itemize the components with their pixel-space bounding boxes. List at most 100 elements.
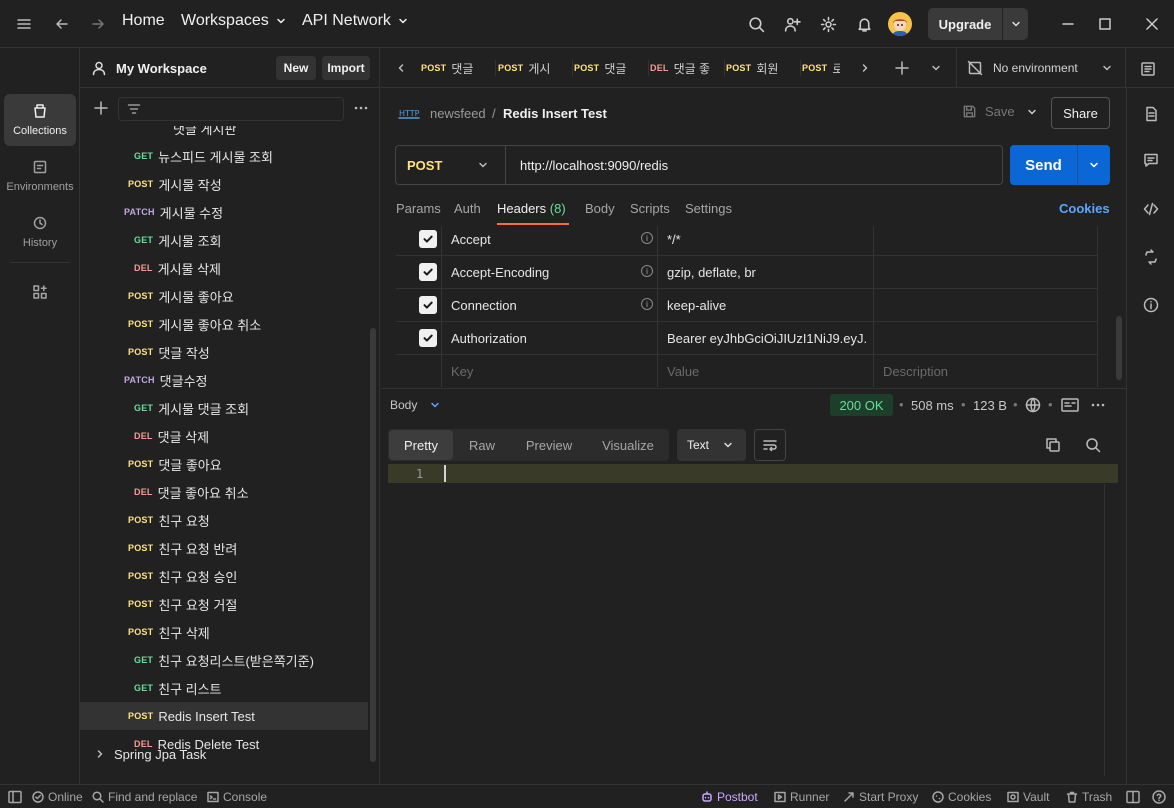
header-value[interactable]: keep-alive <box>667 298 867 313</box>
window-maximize-icon[interactable] <box>1095 14 1115 34</box>
request-tab[interactable]: POST 회원 <box>726 48 796 88</box>
sidebar-request-item[interactable]: DEL 게시물 삭제 <box>80 254 368 282</box>
tab-body[interactable]: Body <box>585 201 615 216</box>
sidebar-request-item[interactable]: POST 게시물 좋아요 취소 <box>80 310 368 338</box>
header-enabled-checkbox[interactable] <box>419 230 437 248</box>
window-minimize-icon[interactable] <box>1058 14 1078 34</box>
layout-toggle-icon[interactable] <box>1126 790 1140 804</box>
status-badge[interactable]: 200 OK <box>830 394 893 416</box>
word-wrap-icon[interactable] <box>754 429 786 461</box>
forward-arrow-icon[interactable] <box>88 14 108 34</box>
header-key[interactable]: Accept-Encoding <box>451 265 549 280</box>
info-icon[interactable] <box>1141 295 1161 315</box>
mode-raw[interactable]: Raw <box>458 430 506 460</box>
settings-gear-icon[interactable] <box>818 14 838 34</box>
header-value[interactable]: Bearer eyJhbGciOiJIUzI1NiJ9.eyJ... <box>667 331 867 346</box>
request-tab[interactable]: POST 댓글 <box>574 48 644 88</box>
response-time[interactable]: 508 ms <box>911 398 954 413</box>
sidebar-request-item[interactable]: 댓글 게시판 <box>80 126 368 142</box>
send-button[interactable]: Send <box>1010 145 1077 185</box>
toggle-sidebar-icon[interactable] <box>8 790 22 804</box>
add-collection-icon[interactable] <box>92 99 110 117</box>
more-options-icon[interactable] <box>352 99 370 117</box>
header-key[interactable]: Authorization <box>451 331 527 346</box>
request-tab[interactable]: POST 댓글 <box>421 48 491 88</box>
format-selector[interactable]: Text <box>677 429 746 461</box>
request-tab[interactable]: POST 로 <box>802 48 840 88</box>
response-size[interactable]: 123 B <box>973 398 1007 413</box>
documentation-icon[interactable] <box>1141 104 1161 124</box>
cookies-link[interactable]: Cookies <box>1059 201 1110 216</box>
import-button[interactable]: Import <box>322 56 370 80</box>
tab-headers[interactable]: Headers (8) <box>497 201 566 216</box>
tab-auth[interactable]: Auth <box>454 201 481 216</box>
copy-icon[interactable] <box>1044 436 1062 454</box>
save-button[interactable]: Save <box>962 104 1015 119</box>
sidebar-request-item[interactable]: POST 댓글 좋아요 <box>80 450 368 478</box>
header-enabled-checkbox[interactable] <box>419 263 437 281</box>
sidebar-request-item[interactable]: DEL 댓글 좋아요 취소 <box>80 478 368 506</box>
tab-params[interactable]: Params <box>396 201 441 216</box>
tab-scripts[interactable]: Scripts <box>630 201 670 216</box>
code-snippet-icon[interactable] <box>1141 199 1161 219</box>
sidebar-request-item[interactable]: PATCH 게시물 수정 <box>80 198 368 226</box>
mode-preview[interactable]: Preview <box>518 430 580 460</box>
online-status[interactable]: Online <box>32 790 83 804</box>
response-body-selector[interactable]: Body <box>390 398 441 412</box>
save-response-example-icon[interactable] <box>1060 396 1080 414</box>
nav-home[interactable]: Home <box>122 12 165 30</box>
header-enabled-checkbox[interactable] <box>419 296 437 314</box>
header-info-icon[interactable]: i <box>641 232 653 244</box>
header-value[interactable]: gzip, deflate, br <box>667 265 867 280</box>
invite-user-icon[interactable] <box>782 14 802 34</box>
network-globe-icon[interactable] <box>1024 396 1042 414</box>
header-key[interactable]: Accept <box>451 232 491 247</box>
upgrade-dropdown-chevron-icon[interactable] <box>1003 8 1028 40</box>
header-enabled-checkbox[interactable] <box>419 329 437 347</box>
sidebar-request-item[interactable]: DEL 댓글 삭제 <box>80 422 368 450</box>
sidebar-request-item[interactable]: POST 친구 요청 반려 <box>80 534 368 562</box>
comments-icon[interactable] <box>1141 150 1161 170</box>
runner-button[interactable]: Runner <box>774 790 829 804</box>
search-response-icon[interactable] <box>1084 436 1102 454</box>
headers-scrollbar[interactable] <box>1116 316 1122 380</box>
help-icon[interactable] <box>1152 790 1166 804</box>
search-icon[interactable] <box>746 14 766 34</box>
nav-workspaces[interactable]: Workspaces <box>181 12 287 30</box>
sidebar-request-item[interactable]: PATCH 댓글수정 <box>80 366 368 394</box>
request-name[interactable]: Redis Insert Test <box>503 106 607 121</box>
mode-visualize[interactable]: Visualize <box>594 430 662 460</box>
sidebar-request-item[interactable]: POST 친구 요청 <box>80 506 368 534</box>
environment-quick-look-icon[interactable] <box>1139 60 1157 78</box>
upgrade-button[interactable]: Upgrade <box>928 8 1002 40</box>
sidebar-request-item[interactable]: GET 게시물 댓글 조회 <box>80 394 368 422</box>
avatar[interactable] <box>888 12 912 36</box>
key-placeholder[interactable]: Key <box>451 364 473 379</box>
method-selector[interactable]: POST <box>396 146 506 184</box>
response-more-options-icon[interactable] <box>1089 396 1107 414</box>
header-key[interactable]: Connection <box>451 298 517 313</box>
rail-history[interactable]: History <box>4 206 76 258</box>
breadcrumb-collection[interactable]: newsfeed <box>430 106 486 121</box>
sidebar-request-item[interactable]: POST 게시물 좋아요 <box>80 282 368 310</box>
sidebar-request-item[interactable]: GET 친구 요청리스트(받은쪽기준) <box>80 646 368 674</box>
related-collections-icon[interactable] <box>1141 247 1161 267</box>
sidebar-request-item[interactable]: POST Redis Insert Test <box>80 702 368 730</box>
header-value[interactable]: */* <box>667 232 867 247</box>
trash-button[interactable]: Trash <box>1066 790 1112 804</box>
cookies-button[interactable]: Cookies <box>932 790 991 804</box>
response-editor[interactable]: 1 <box>388 464 1118 776</box>
tab-settings[interactable]: Settings <box>685 201 732 216</box>
tabs-scroll-right-icon[interactable] <box>857 60 873 76</box>
description-placeholder[interactable]: Description <box>883 364 948 379</box>
send-options-chevron-icon[interactable] <box>1078 145 1110 185</box>
back-arrow-icon[interactable] <box>52 14 72 34</box>
sidebar-request-item[interactable]: GET 뉴스피드 게시물 조회 <box>80 142 368 170</box>
mode-pretty[interactable]: Pretty <box>389 430 453 460</box>
sidebar-request-item[interactable]: POST 댓글 작성 <box>80 338 368 366</box>
request-tab[interactable]: POST 게시 <box>498 48 568 88</box>
window-close-icon[interactable] <box>1142 14 1162 34</box>
vault-button[interactable]: Vault <box>1007 790 1049 804</box>
sidebar-request-item[interactable]: GET 친구 리스트 <box>80 674 368 702</box>
sidebar-request-item[interactable]: GET 게시물 조회 <box>80 226 368 254</box>
